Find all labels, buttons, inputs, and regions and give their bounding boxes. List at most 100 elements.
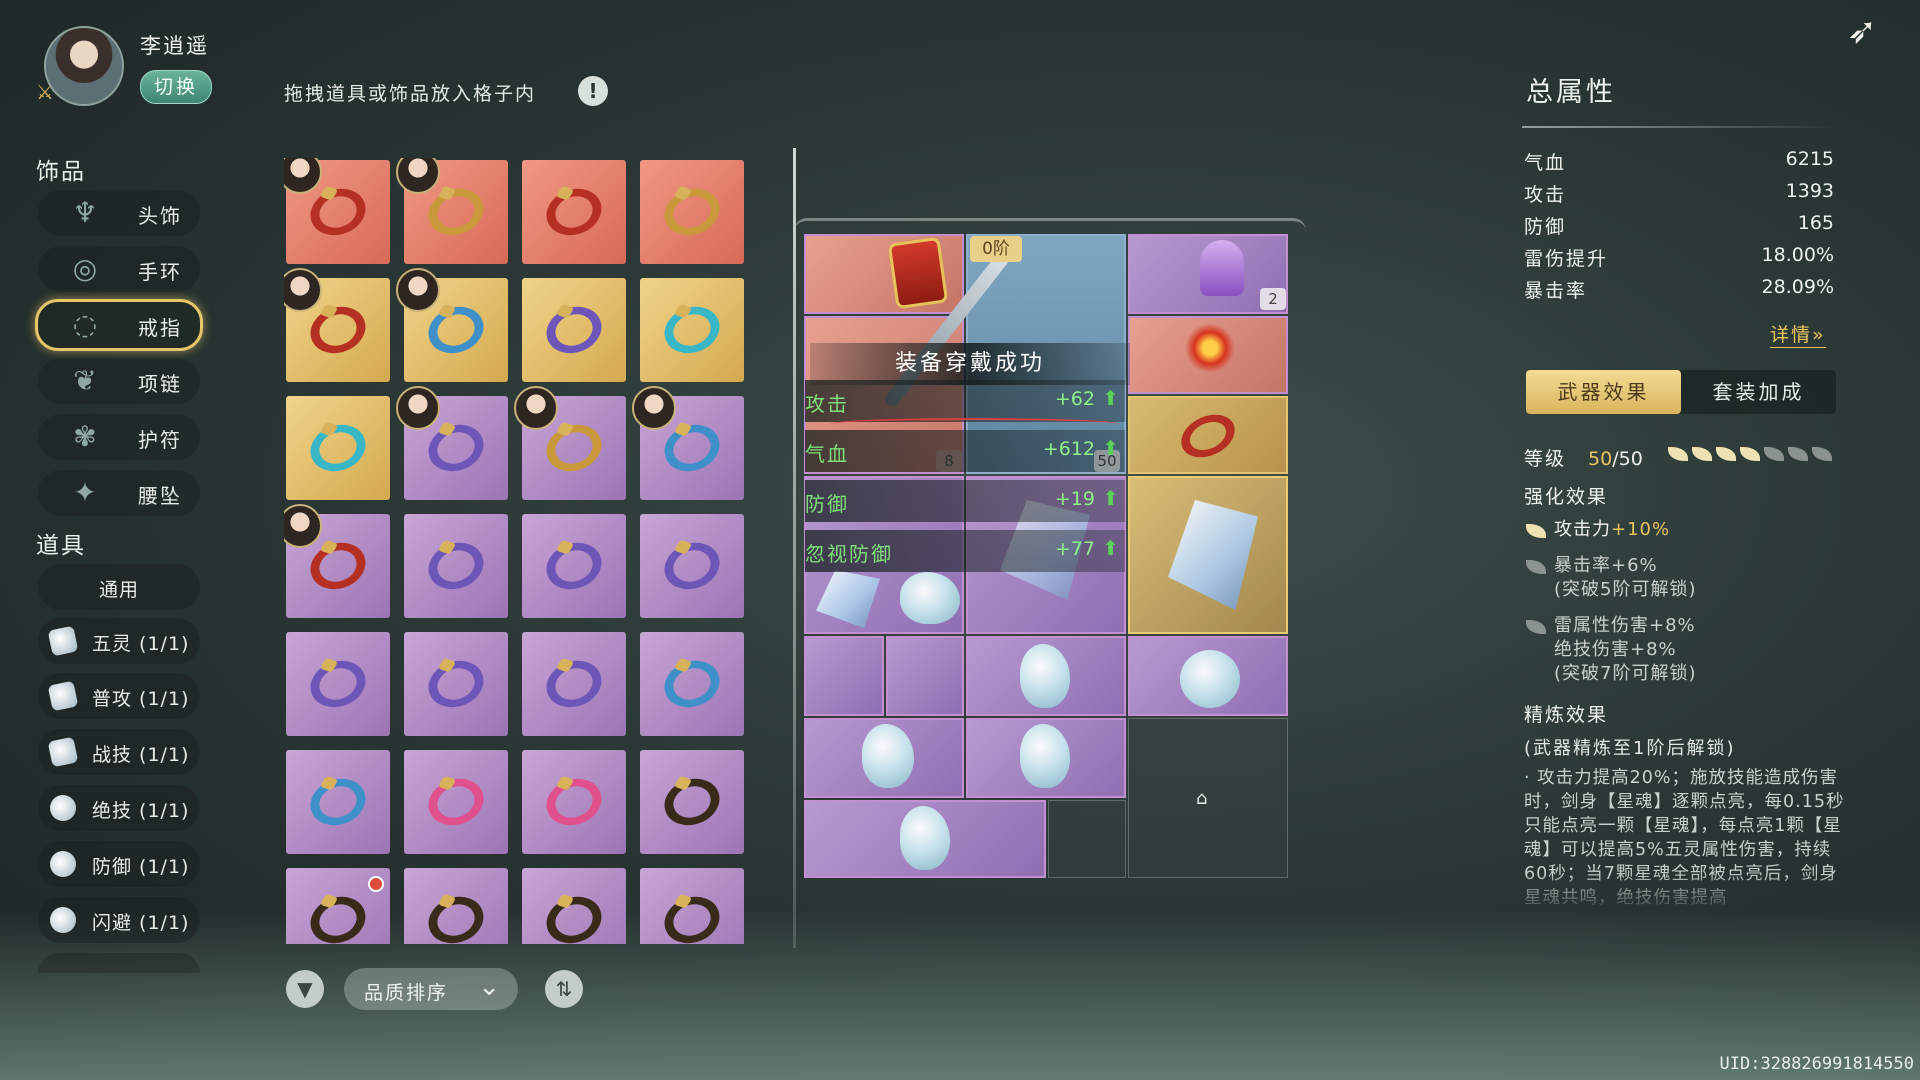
bell-icon — [1200, 240, 1244, 296]
level-current: 50 — [1588, 448, 1613, 470]
category-ring[interactable]: ◌ 戒指 — [35, 299, 203, 351]
details-link[interactable]: 详情» — [1770, 320, 1826, 348]
filter-button[interactable]: ▼ — [286, 970, 324, 1008]
board-cell-empty[interactable] — [1128, 718, 1288, 878]
ring-icon — [540, 181, 608, 243]
effect-text: 绝技伤害+8% — [1554, 639, 1677, 660]
attribute-label: 攻击 — [1524, 184, 1567, 206]
ring-slot[interactable] — [404, 514, 508, 618]
equipped-avatar — [284, 504, 322, 548]
sort-label: 品质排序 — [364, 982, 449, 1004]
ring-slot[interactable] — [522, 868, 626, 944]
sort-order-button[interactable]: ⇅ — [545, 970, 583, 1008]
ring-slot[interactable] — [286, 868, 390, 944]
category-pendant[interactable]: ✦ 腰坠 — [38, 470, 200, 516]
character-name: 李逍遥 — [140, 34, 209, 58]
board-cell[interactable] — [804, 636, 884, 716]
chevron-down-icon: ⌄ — [478, 972, 500, 1002]
tab-weapon-effect[interactable]: 武器效果 — [1526, 370, 1681, 414]
ring-icon — [540, 417, 608, 479]
board-frame — [794, 218, 1306, 231]
ring-icon — [658, 181, 726, 243]
tool-label: 战技 (1/1) — [92, 744, 190, 766]
attribute-label: 气血 — [1524, 152, 1567, 174]
ring-icon — [422, 889, 490, 944]
tool-dodge[interactable]: 闪避 (1/1) — [38, 897, 200, 943]
tool-ultimate[interactable]: 绝技 (1/1) — [38, 785, 200, 831]
hairpin-icon: ♆ — [72, 196, 98, 229]
ring-slot[interactable] — [396, 386, 508, 500]
tool-label: 闪避 (1/1) — [92, 912, 190, 934]
tool-normal-attack[interactable]: 普攻 (1/1) — [38, 673, 200, 719]
ring-slot[interactable] — [522, 632, 626, 736]
uid-label: UID:328826991814550 — [1719, 1054, 1914, 1074]
star-rank — [1668, 446, 1836, 465]
ring-slot[interactable] — [514, 386, 626, 500]
stat-change-row: 忽视防御 +77 ⬆ — [805, 530, 1125, 572]
talisman-icon — [887, 236, 949, 310]
equipped-avatar — [284, 158, 322, 194]
ring-slot[interactable] — [640, 514, 744, 618]
category-headwear[interactable]: ♆ 头饰 — [38, 190, 200, 236]
ring-icon — [304, 181, 372, 243]
ring-slot[interactable] — [640, 750, 744, 854]
ring-icon — [658, 535, 726, 597]
ring-slot[interactable] — [396, 158, 508, 264]
category-bracelet[interactable]: ◎ 手环 — [38, 246, 200, 292]
bracelet-icon: ◎ — [72, 252, 98, 285]
orb-icon — [47, 792, 79, 824]
total-attributes-title: 总属性 — [1526, 77, 1616, 108]
ring-slot[interactable] — [640, 278, 744, 382]
tool-label: 防御 (1/1) — [92, 856, 190, 878]
new-item-dot — [368, 876, 384, 892]
category-amulet[interactable]: ✾ 护符 — [38, 414, 200, 460]
ring-slot[interactable] — [286, 396, 390, 500]
ring-slot[interactable] — [284, 268, 390, 382]
lock-icon: ⌂ — [1196, 788, 1208, 809]
ring-slot[interactable] — [632, 386, 744, 500]
attribute-label: 防御 — [1524, 216, 1567, 238]
ring-slot[interactable] — [404, 750, 508, 854]
ring-slot[interactable] — [404, 868, 508, 944]
effect-text: 暴击率+6% — [1554, 555, 1658, 576]
tool-general[interactable]: 通用 — [38, 564, 200, 610]
ring-slot[interactable] — [522, 514, 626, 618]
category-necklace[interactable]: ❦ 项链 — [38, 358, 200, 404]
tool-wuling[interactable]: 五灵 (1/1) — [38, 618, 200, 664]
inventory-scrollbar[interactable] — [793, 148, 796, 948]
ring-slot[interactable] — [286, 632, 390, 736]
weapon-badge-icon: ⚔ — [36, 80, 54, 104]
ring-slot[interactable] — [284, 158, 390, 264]
ring-slot[interactable] — [396, 268, 508, 382]
ring-slot[interactable] — [284, 504, 390, 618]
category-label: 腰坠 — [138, 484, 182, 508]
ring-slot[interactable] — [286, 750, 390, 854]
tool-battle-skill[interactable]: 战技 (1/1) — [38, 729, 200, 775]
ring-slot[interactable] — [522, 278, 626, 382]
back-icon[interactable]: ➶ — [1832, 10, 1892, 54]
ring-slot[interactable] — [522, 160, 626, 264]
tab-set-bonus[interactable]: 套装加成 — [1681, 370, 1836, 414]
board-cell[interactable] — [886, 636, 964, 716]
ring-slot[interactable] — [522, 750, 626, 854]
category-label: 头饰 — [138, 204, 182, 228]
ring-slot[interactable] — [404, 632, 508, 736]
level-max: /50 — [1612, 448, 1643, 470]
ring-slot[interactable] — [640, 160, 744, 264]
stat-chart-line — [830, 418, 1120, 430]
switch-character-button[interactable]: 切换 — [140, 70, 212, 104]
ring-icon — [658, 299, 726, 361]
ring-slot[interactable] — [640, 632, 744, 736]
item-count-badge: 2 — [1260, 288, 1286, 310]
drag-hint: 拖拽道具或饰品放入格子内 — [284, 83, 537, 105]
necklace-icon: ❦ — [73, 364, 97, 397]
tool-defense[interactable]: 防御 (1/1) — [38, 841, 200, 887]
amulet-icon: ✾ — [73, 420, 97, 453]
tool-partial-next[interactable] — [38, 953, 200, 973]
ring-slot[interactable] — [640, 868, 744, 944]
refine-description: · 攻击力提高20%；施放技能造成伤害时，剑身【星魂】逐颗点亮，每0.15秒只能… — [1524, 768, 1845, 908]
attribute-row: 暴击率 28.09% — [1524, 276, 1834, 306]
board-cell-empty[interactable] — [1048, 800, 1126, 878]
info-icon[interactable]: ! — [578, 76, 608, 106]
sort-dropdown[interactable]: 品质排序 ⌄ — [344, 968, 518, 1010]
